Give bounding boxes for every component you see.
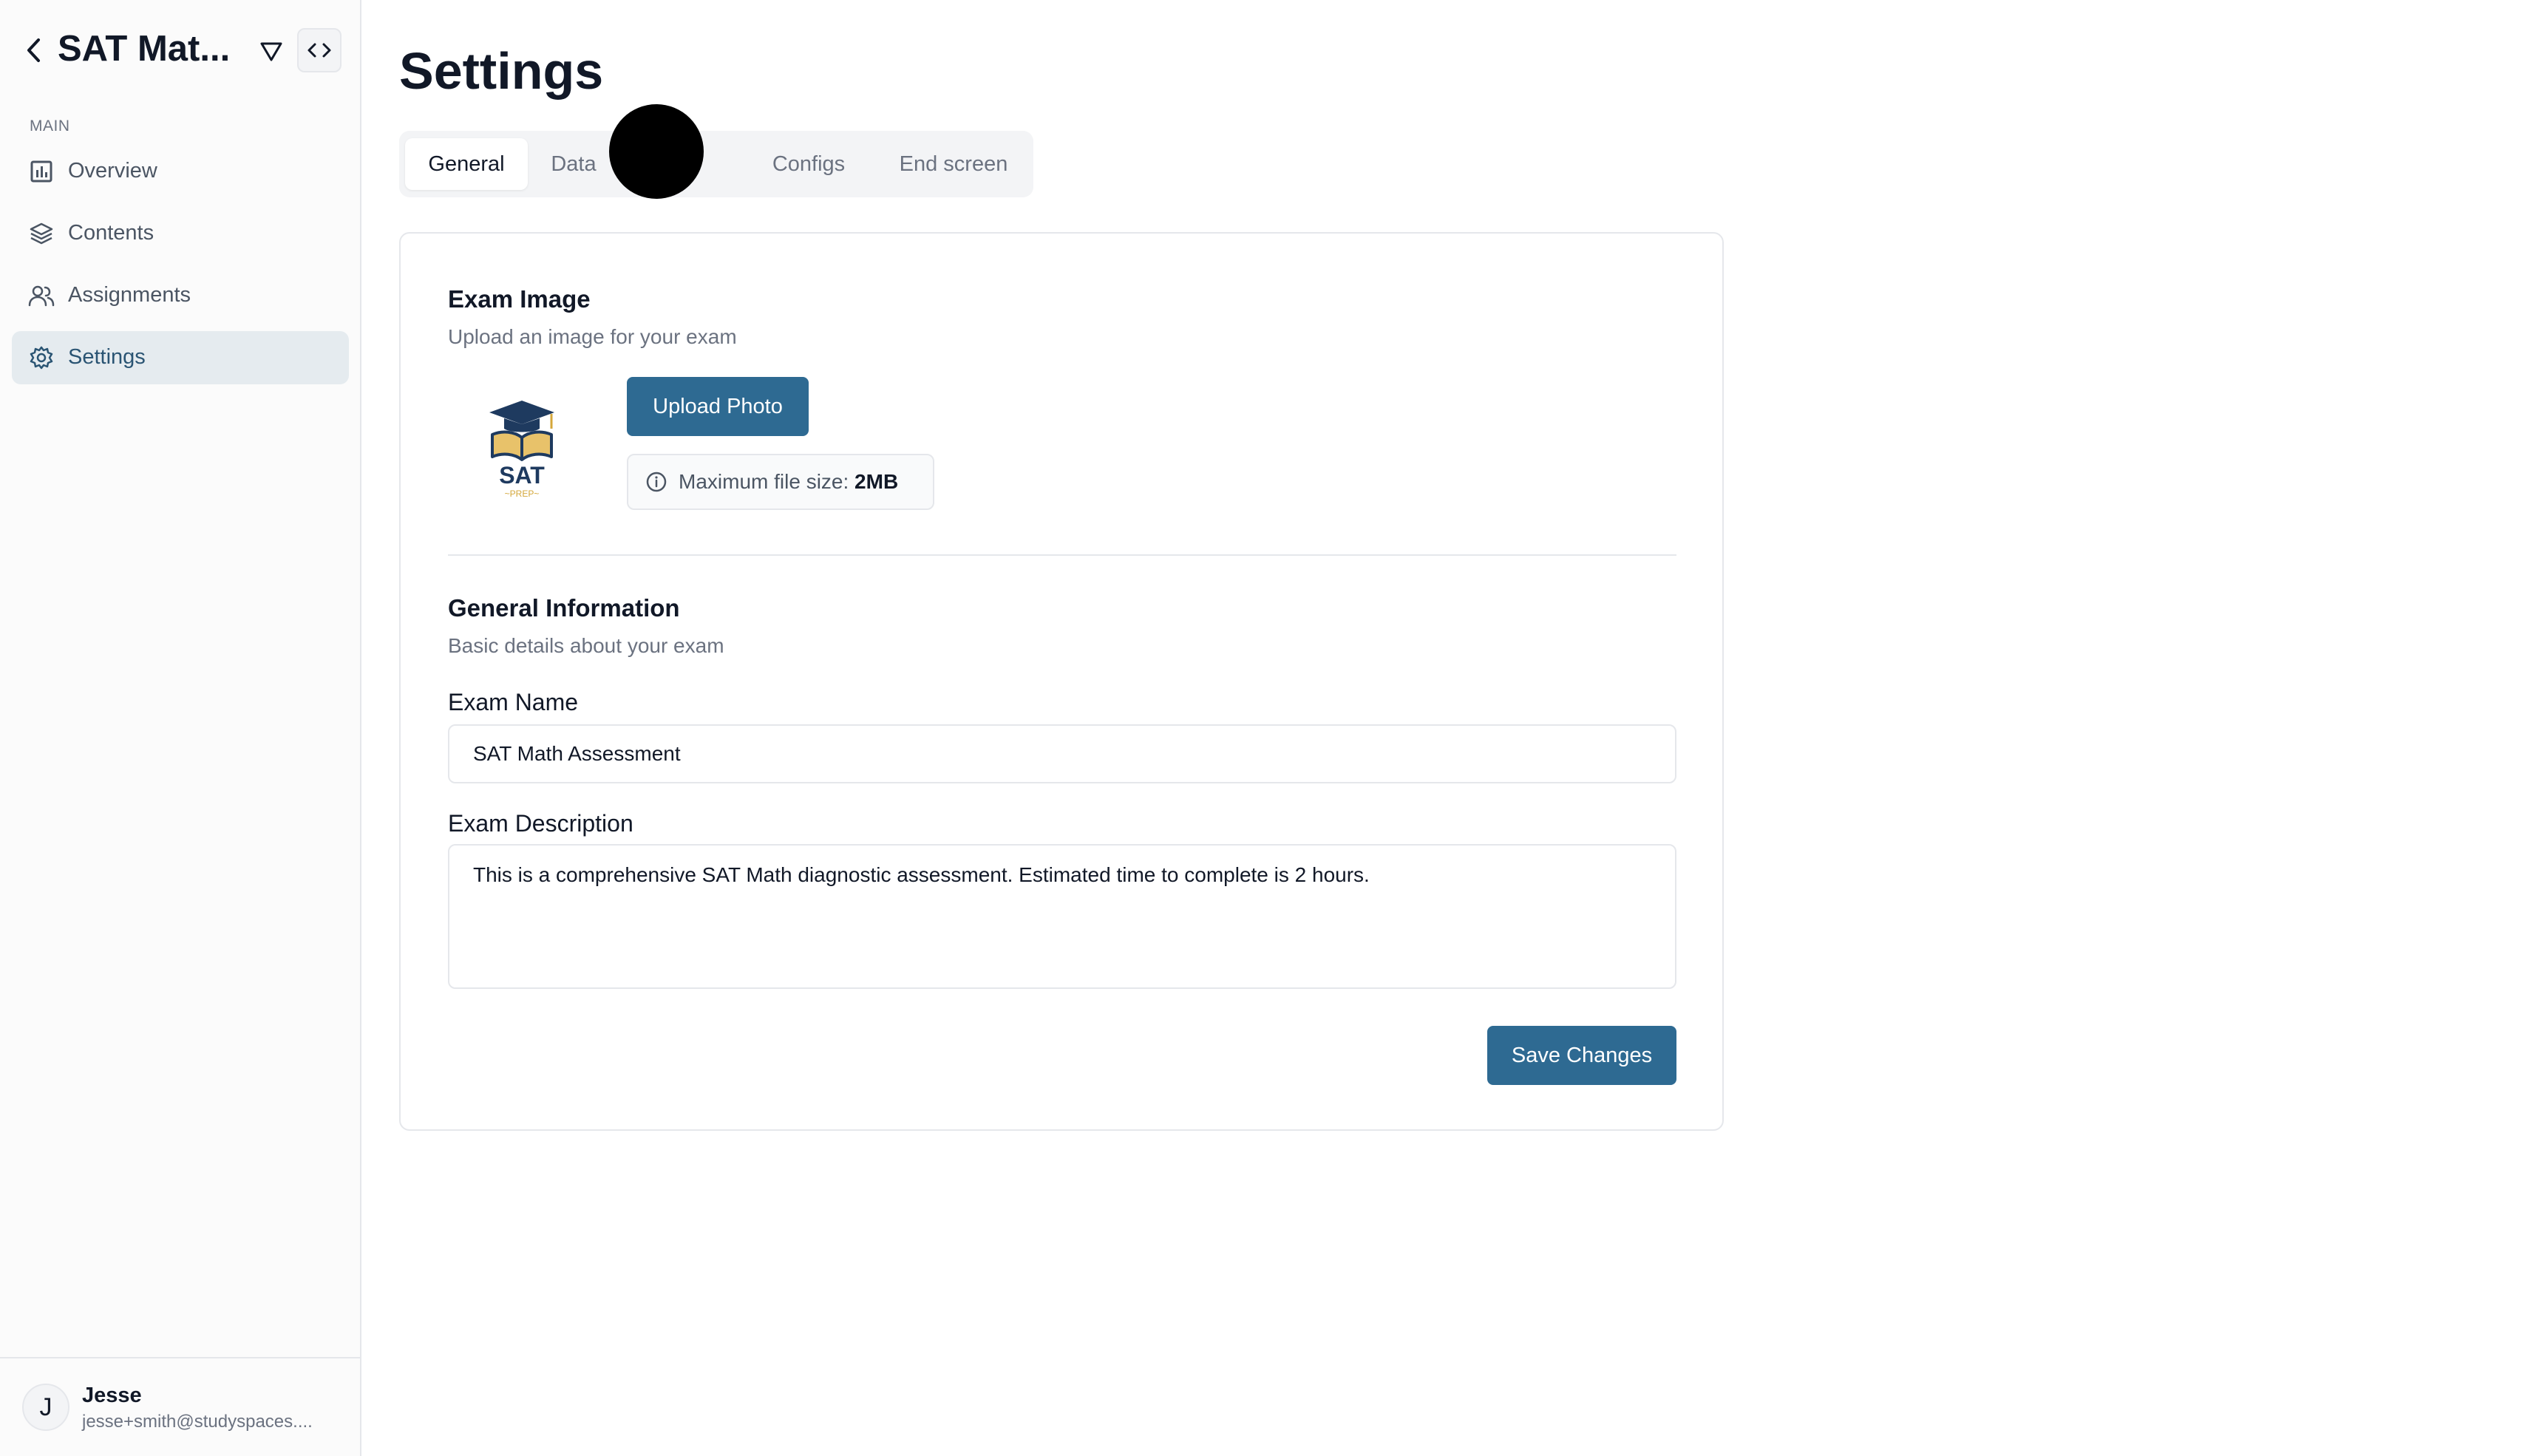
- sidebar-item-settings[interactable]: Settings: [12, 331, 349, 384]
- file-size-value: 2MB: [854, 470, 899, 493]
- file-size-label: Maximum file size:: [679, 470, 855, 493]
- settings-tabs: General Data n Configs End screen: [399, 131, 1033, 197]
- sidebar-item-assignments[interactable]: Assignments: [12, 269, 349, 322]
- tab-end-screen[interactable]: End screen: [887, 138, 1020, 190]
- settings-card: Exam Image Upload an image for your exam…: [399, 232, 1724, 1131]
- sidebar-item-label: Settings: [68, 345, 146, 369]
- sidebar-section-label: MAIN: [30, 118, 70, 135]
- chart-icon: [28, 158, 55, 185]
- sidebar-nav: Overview Contents Assignments Settings: [12, 145, 349, 393]
- upload-photo-button[interactable]: Upload Photo: [627, 377, 809, 436]
- sidebar-item-contents[interactable]: Contents: [12, 207, 349, 260]
- tab-configs[interactable]: Configs: [757, 138, 860, 190]
- exam-name-label: Exam Name: [448, 689, 579, 715]
- chevron-left-icon[interactable]: [21, 35, 47, 65]
- exam-description-textarea[interactable]: This is a comprehensive SAT Math diagnos…: [448, 844, 1676, 989]
- sidebar-item-overview[interactable]: Overview: [12, 145, 349, 198]
- svg-text:SAT: SAT: [499, 462, 545, 489]
- avatar: J: [22, 1384, 69, 1431]
- page-title: Settings: [399, 42, 604, 100]
- exam-name-input[interactable]: [448, 724, 1676, 783]
- gear-icon: [28, 344, 55, 371]
- exam-title: SAT Mat...: [58, 29, 231, 69]
- sidebar: SAT Mat... MAIN Overview Contents Assign…: [0, 0, 361, 1456]
- exam-image-subtitle: Upload an image for your exam: [448, 325, 737, 348]
- exam-description-label: Exam Description: [448, 810, 633, 837]
- exam-logo: SAT ~PREP~: [478, 396, 566, 500]
- general-info-title: General Information: [448, 594, 680, 622]
- sidebar-item-label: Contents: [68, 221, 154, 245]
- tab-data[interactable]: Data: [537, 138, 611, 190]
- graduation-cap-icon: [489, 401, 554, 424]
- tab-general[interactable]: General: [405, 138, 528, 190]
- layers-icon: [28, 220, 55, 247]
- funnel-icon[interactable]: [256, 37, 287, 67]
- code-icon: [307, 43, 331, 58]
- code-toggle-button[interactable]: [297, 28, 342, 72]
- users-icon: [28, 282, 55, 309]
- info-icon: [645, 470, 668, 494]
- user-profile[interactable]: J Jesse jesse+smith@studyspaces....: [0, 1357, 361, 1456]
- cursor-indicator: [609, 104, 704, 199]
- file-size-hint: Maximum file size: 2MB: [627, 454, 934, 510]
- svg-text:~PREP~: ~PREP~: [505, 489, 540, 499]
- save-changes-button[interactable]: Save Changes: [1487, 1026, 1676, 1085]
- sidebar-header: SAT Mat...: [0, 22, 361, 78]
- user-email: jesse+smith@studyspaces....: [82, 1412, 313, 1432]
- section-divider: [448, 554, 1676, 556]
- sidebar-item-label: Assignments: [68, 283, 191, 307]
- sidebar-item-label: Overview: [68, 159, 157, 183]
- general-info-subtitle: Basic details about your exam: [448, 634, 724, 657]
- user-name: Jesse: [82, 1384, 142, 1407]
- app-root: SAT Mat... MAIN Overview Contents Assign…: [0, 0, 2528, 1456]
- exam-image-title: Exam Image: [448, 285, 591, 313]
